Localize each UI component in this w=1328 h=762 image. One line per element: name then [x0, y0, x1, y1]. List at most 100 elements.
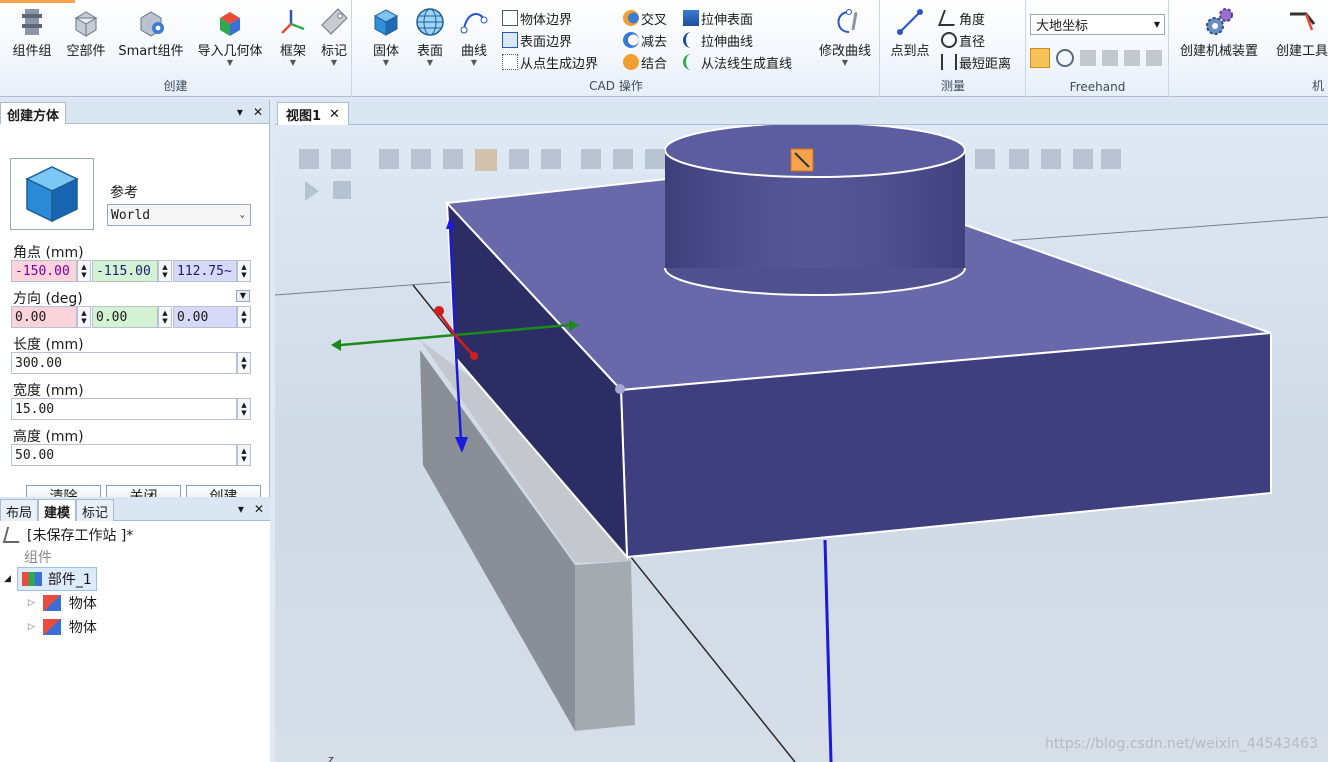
reference-select[interactable]: World ⌄: [107, 204, 251, 226]
create-mechanism-button[interactable]: 创建机械装置: [1174, 6, 1264, 68]
extrude-surface-icon: [683, 10, 699, 26]
line-from-normal-icon: [683, 54, 699, 70]
tag-icon: [321, 8, 348, 35]
direction-y-stepper[interactable]: ▲ ▼: [158, 306, 172, 328]
import-geometry-button[interactable]: 导入几何体 ▼: [192, 6, 268, 68]
subtract-button[interactable]: 减去: [623, 30, 667, 50]
watermark: https://blog.csdn.net/weixin_44543463: [1044, 736, 1318, 752]
modify-curve-icon: [837, 9, 858, 33]
3d-viewport[interactable]: z https://blog.csdn.net/weixin_44543463: [275, 125, 1328, 762]
cube-icon: [25, 166, 79, 223]
smart-component-button[interactable]: Smart组件: [116, 6, 186, 68]
tab-tags[interactable]: 标记: [76, 498, 115, 521]
modify-curve-button[interactable]: 修改曲线 ▼: [813, 6, 877, 68]
tab-view1[interactable]: 视图1 ✕: [277, 102, 349, 125]
corner-z-field[interactable]: 112.75~: [173, 260, 237, 282]
tree-part-row[interactable]: ◢ 部件_1: [4, 567, 97, 591]
corner-z-stepper[interactable]: ▲ ▼: [237, 260, 251, 282]
close-icon[interactable]: ✕: [253, 105, 263, 119]
intersect-button[interactable]: 交叉: [623, 8, 667, 28]
chevron-down-icon: ▼: [470, 58, 478, 67]
panel-controls: ▾ ✕: [237, 105, 269, 119]
snap-point-icon[interactable]: [615, 384, 625, 394]
jog-joint-icon[interactable]: [1080, 50, 1096, 66]
direction-z-stepper[interactable]: ▲ ▼: [237, 306, 251, 328]
move-icon[interactable]: [1056, 49, 1074, 67]
close-icon[interactable]: ✕: [254, 502, 264, 516]
corner-y-field[interactable]: -115.00: [92, 260, 158, 282]
chevron-down-icon: ▼: [382, 58, 390, 67]
tree-body-row[interactable]: ▷ 物体: [28, 617, 97, 637]
tab-modeling[interactable]: 建模: [38, 498, 77, 521]
union-button[interactable]: 结合: [623, 52, 667, 72]
tool-icon: [1290, 12, 1316, 31]
union-icon: [623, 54, 639, 70]
tag-button[interactable]: 标记 ▼: [316, 6, 352, 68]
ribbon: 组件组 空部件 Smart组件 导入几何体 ▼ 框架 ▼ 标记 ▼ 创建 固体 …: [0, 0, 1328, 97]
direction-y-field[interactable]: 0.00: [92, 306, 158, 328]
height-field[interactable]: 50.00: [11, 444, 237, 466]
extrude-curve-button[interactable]: 拉伸曲线: [683, 30, 753, 50]
corner-x-field[interactable]: -150.00: [11, 260, 77, 282]
length-field[interactable]: 300.00: [11, 352, 237, 374]
direction-x-stepper[interactable]: ▲ ▼: [77, 306, 91, 328]
expand-arrow-icon[interactable]: ▷: [28, 598, 35, 608]
expand-arrow-icon[interactable]: ◢: [4, 574, 11, 584]
solid-button[interactable]: 固体 ▼: [365, 6, 407, 68]
width-label: 宽度 (mm): [13, 383, 84, 399]
pin-dropdown-icon[interactable]: ▾: [238, 502, 244, 516]
create-box-tab[interactable]: 创建方体: [0, 101, 67, 124]
surface-button[interactable]: 表面 ▼: [409, 6, 451, 68]
select-cursor-icon[interactable]: [1030, 48, 1050, 68]
ribbon-group-create: 组件组 空部件 Smart组件 导入几何体 ▼ 框架 ▼ 标记 ▼ 创建: [0, 0, 352, 97]
tree-body-row[interactable]: ▷ 物体: [28, 593, 97, 613]
chevron-down-icon: ▼: [330, 58, 338, 67]
angle-icon: [938, 10, 960, 26]
create-tool-button[interactable]: 创建工具: [1270, 6, 1328, 68]
pin-dropdown-icon[interactable]: ▾: [237, 105, 243, 119]
curve-icon: [460, 13, 488, 34]
direction-z-field[interactable]: 0.00: [173, 306, 237, 328]
empty-part-button[interactable]: 空部件: [62, 6, 110, 68]
direction-expand-icon[interactable]: ▼: [236, 290, 250, 302]
surface-boundary-button[interactable]: 表面边界: [502, 30, 572, 50]
corner-y-stepper[interactable]: ▲ ▼: [158, 260, 172, 282]
angle-button[interactable]: 角度: [938, 8, 985, 28]
width-field[interactable]: 15.00: [11, 398, 237, 420]
boundary-from-points-button[interactable]: 从点生成边界: [502, 52, 598, 72]
close-icon[interactable]: ✕: [329, 107, 340, 122]
ribbon-group-measure: 点到点 角度 直径 最短距离 测量: [881, 0, 1026, 97]
jog-linear-icon[interactable]: [1102, 50, 1118, 66]
direction-label: 方向 (deg): [13, 291, 83, 307]
3d-scene[interactable]: [275, 125, 1328, 762]
diameter-button[interactable]: 直径: [941, 30, 985, 50]
width-stepper[interactable]: ▲ ▼: [237, 398, 251, 420]
curve-button[interactable]: 曲线 ▼: [453, 6, 495, 68]
shortest-distance-button[interactable]: 最短距离: [941, 52, 1011, 72]
line-from-normal-button[interactable]: 从法线生成直线: [683, 52, 792, 72]
multi-robot-jog-icon[interactable]: [1146, 50, 1162, 66]
boundary-from-points-icon: [502, 54, 518, 70]
tree-part-selected[interactable]: 部件_1: [16, 567, 97, 591]
ribbon-group-label: 机: [1311, 79, 1324, 93]
frame-button[interactable]: 框架 ▼: [274, 6, 312, 68]
corner-x-stepper[interactable]: ▲ ▼: [77, 260, 91, 282]
length-stepper[interactable]: ▲ ▼: [237, 352, 251, 374]
subtract-icon: [623, 32, 639, 48]
chevron-down-icon: ⌄: [239, 210, 245, 220]
cylinder[interactable]: [664, 125, 966, 296]
component-group-button[interactable]: 组件组: [8, 6, 56, 68]
chevron-down-icon: ▼: [841, 58, 849, 67]
expand-arrow-icon[interactable]: ▷: [28, 622, 35, 632]
z-axis-line: [823, 539, 833, 762]
point-to-point-button[interactable]: 点到点: [885, 6, 935, 68]
height-stepper[interactable]: ▲ ▼: [237, 444, 251, 466]
tab-layout[interactable]: 布局: [0, 498, 39, 521]
tree-station-row[interactable]: [未保存工作站 ]*: [2, 525, 133, 545]
intersect-icon: [623, 10, 639, 26]
direction-x-field[interactable]: 0.00: [11, 306, 77, 328]
jog-reorient-icon[interactable]: [1124, 50, 1140, 66]
coordinate-select[interactable]: 大地坐标 ▼: [1030, 14, 1165, 35]
extrude-surface-button[interactable]: 拉伸表面: [683, 8, 753, 28]
object-boundary-button[interactable]: 物体边界: [502, 8, 572, 28]
